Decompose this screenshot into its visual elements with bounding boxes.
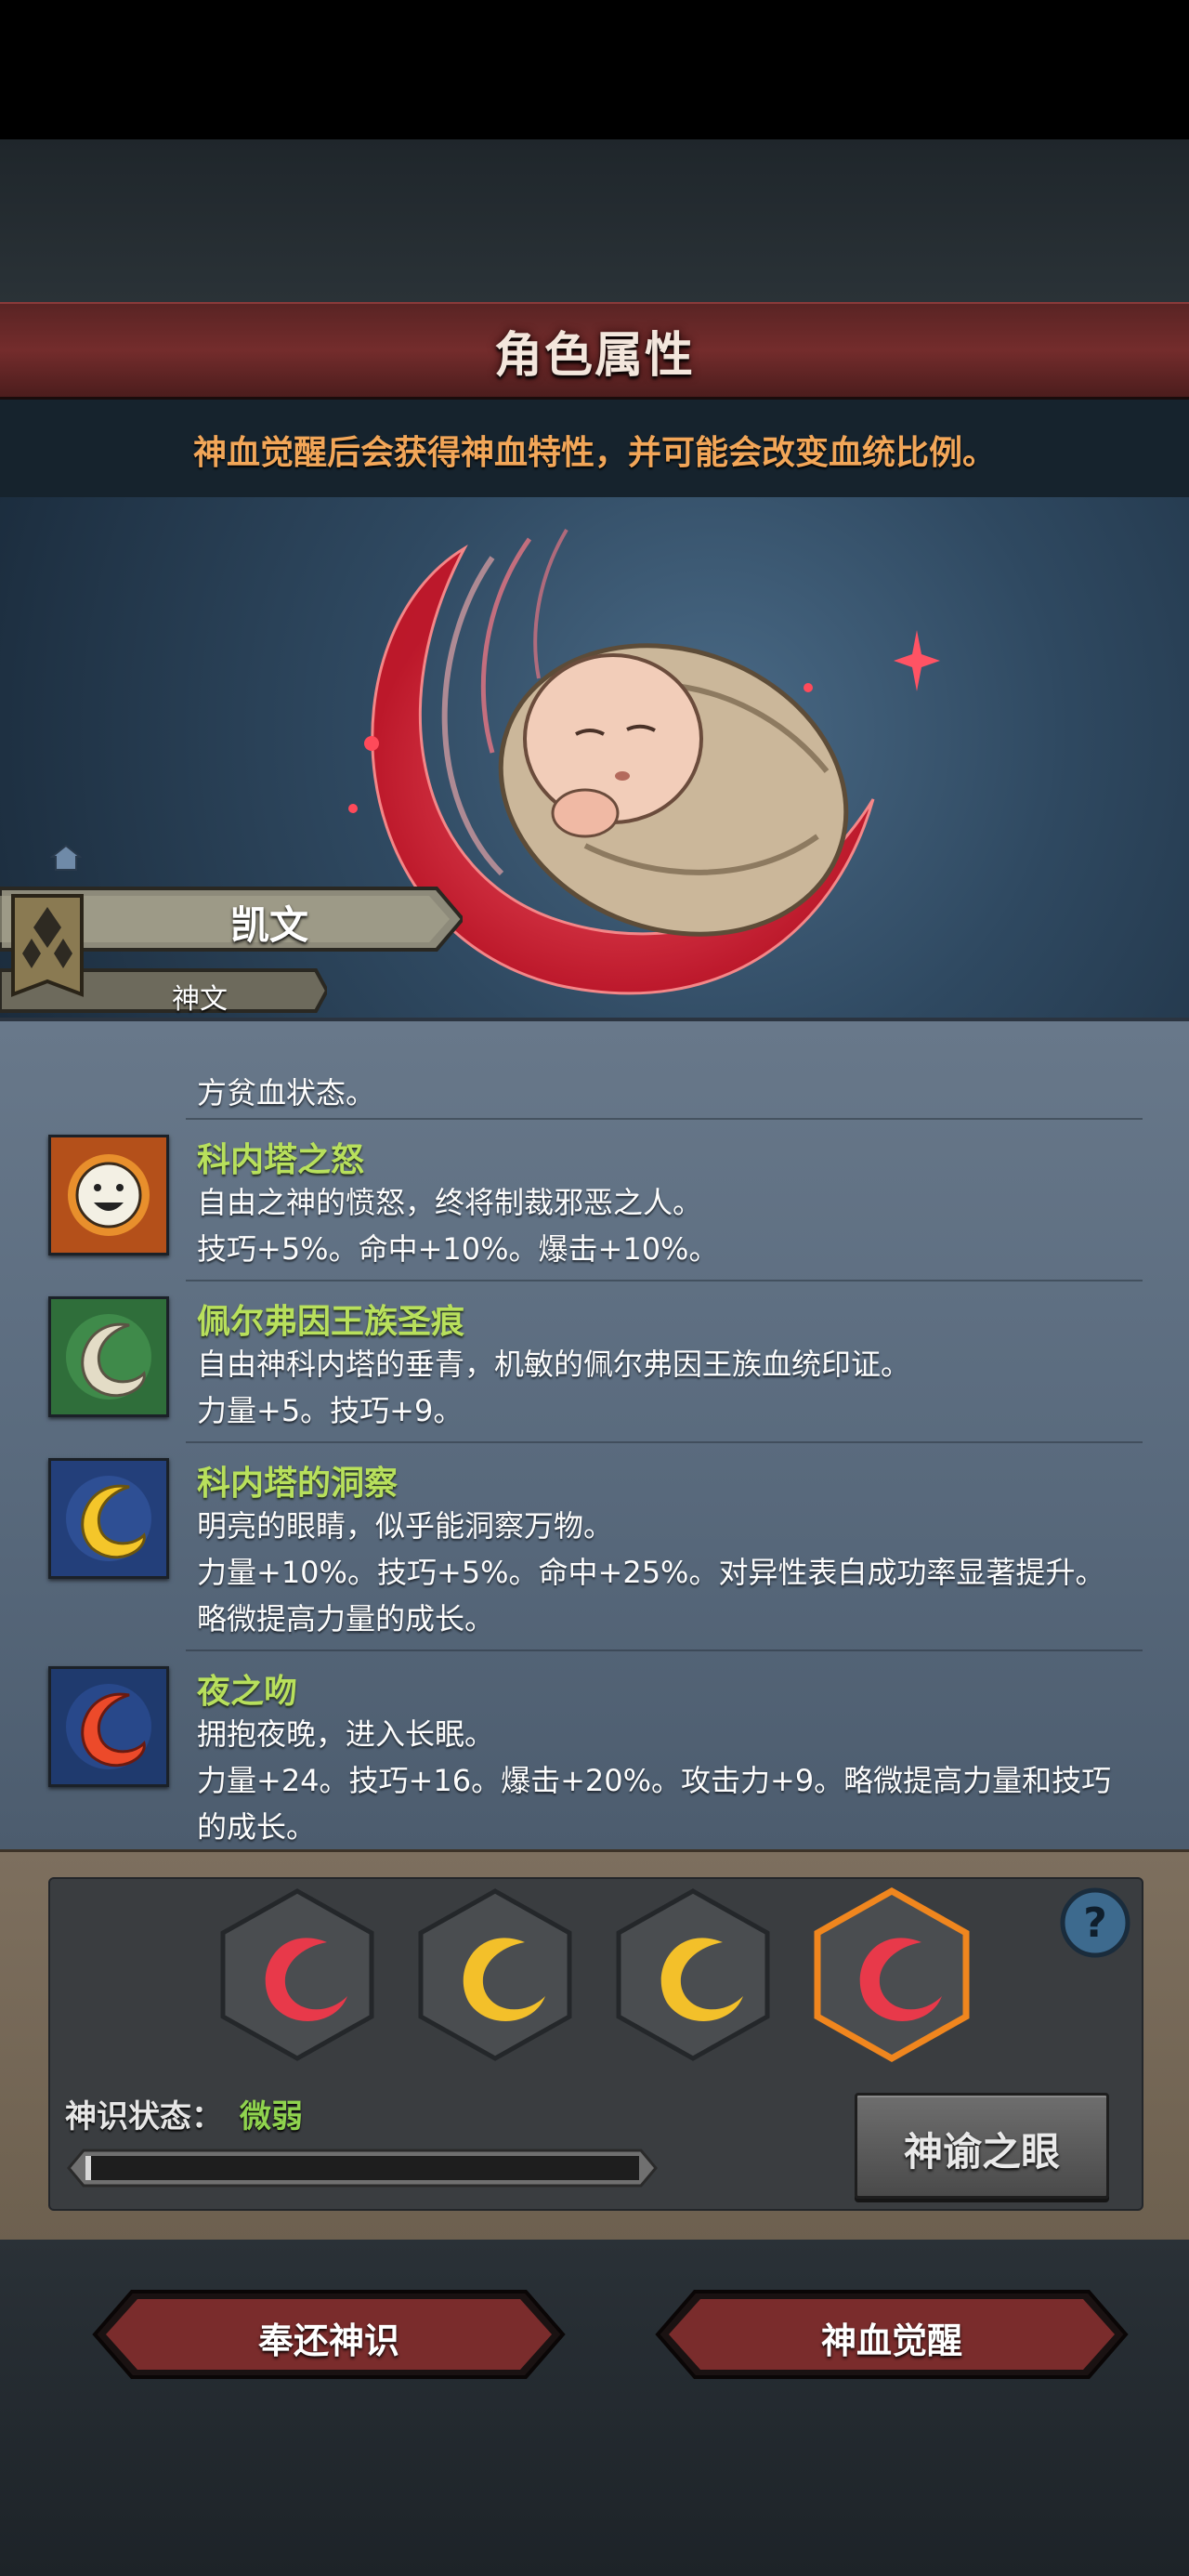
divider <box>186 1280 1143 1281</box>
house-icon <box>50 844 82 871</box>
help-icon[interactable]: ? <box>1059 1886 1131 1959</box>
trait-stats: 力量+24。技巧+16。爆击+20%。攻击力+9。略微提高力量和技巧 <box>197 1763 1112 1798</box>
bloodline-slot-3[interactable] <box>611 1886 775 2063</box>
baby-portrait <box>498 643 849 937</box>
blood-awaken-label: 神血觉醒 <box>820 2320 962 2361</box>
character-name: 凯文 <box>229 902 308 948</box>
awakening-progress-bar <box>67 2149 658 2188</box>
trait-description: 拥抱夜晚，进入长眠。 <box>197 1716 495 1752</box>
trait-name: 科内塔的洞察 <box>197 1465 399 1503</box>
bloodline-slot-4-selected[interactable] <box>810 1886 973 2063</box>
trait-partial-text: 方贫血状态。 <box>197 1075 376 1111</box>
oracle-eye-label: 神谕之眼 <box>903 2129 1060 2175</box>
trait-name: 科内塔之怒 <box>197 1141 365 1179</box>
trait-name: 夜之吻 <box>197 1673 298 1711</box>
golden-crescent-icon <box>48 1458 169 1579</box>
smiling-sun-icon <box>48 1135 169 1255</box>
trait-growth: 略微提高力量的成长。 <box>197 1601 495 1636</box>
family-banner-icon <box>11 894 84 997</box>
white-crescent-icon <box>48 1296 169 1417</box>
bloodline-slot-1[interactable] <box>216 1886 379 2063</box>
hint-text: 神血觉醒后会获得神血特性，并可能会改变血统比例。 <box>192 434 996 472</box>
awakening-state-label: 神识状态： <box>65 2098 223 2136</box>
trait-stats: 力量+5。技巧+9。 <box>197 1393 464 1428</box>
page-title: 角色属性 <box>493 328 695 384</box>
sparkle-icon <box>894 630 940 691</box>
header-background <box>0 139 1189 302</box>
trait-stats-continued: 的成长。 <box>197 1809 317 1845</box>
trait-description: 自由神科内塔的垂青，机敏的佩尔弗因王族血统印证。 <box>197 1347 911 1382</box>
trait-description: 自由之神的愤怒，终将制裁邪恶之人。 <box>197 1185 703 1220</box>
red-crescent-icon <box>48 1666 169 1787</box>
trait-description: 明亮的眼睛，似乎能洞察万物。 <box>197 1508 614 1544</box>
trait-name: 佩尔弗因王族圣痕 <box>197 1303 465 1341</box>
trait-stats: 力量+10%。技巧+5%。命中+25%。对异性表白成功率显著提升。 <box>197 1555 1105 1590</box>
awakening-state-value: 微弱 <box>240 2098 303 2136</box>
trait-stats: 技巧+5%。命中+10%。爆击+10%。 <box>197 1231 719 1267</box>
return-consciousness-label: 奉还神识 <box>257 2320 399 2361</box>
divider <box>186 1118 1143 1120</box>
divider <box>186 1441 1143 1443</box>
divider <box>186 1649 1143 1651</box>
svg-text:?: ? <box>1083 1899 1107 1947</box>
bloodline-slot-2[interactable] <box>413 1886 577 2063</box>
trait-list[interactable]: 方贫血状态。 科内塔之怒 自由之神的愤怒，终将制裁邪恶之人。 技巧+5%。命中+… <box>0 1018 1189 1853</box>
status-bar-area <box>0 0 1189 139</box>
character-rank: 神文 <box>172 983 228 1016</box>
